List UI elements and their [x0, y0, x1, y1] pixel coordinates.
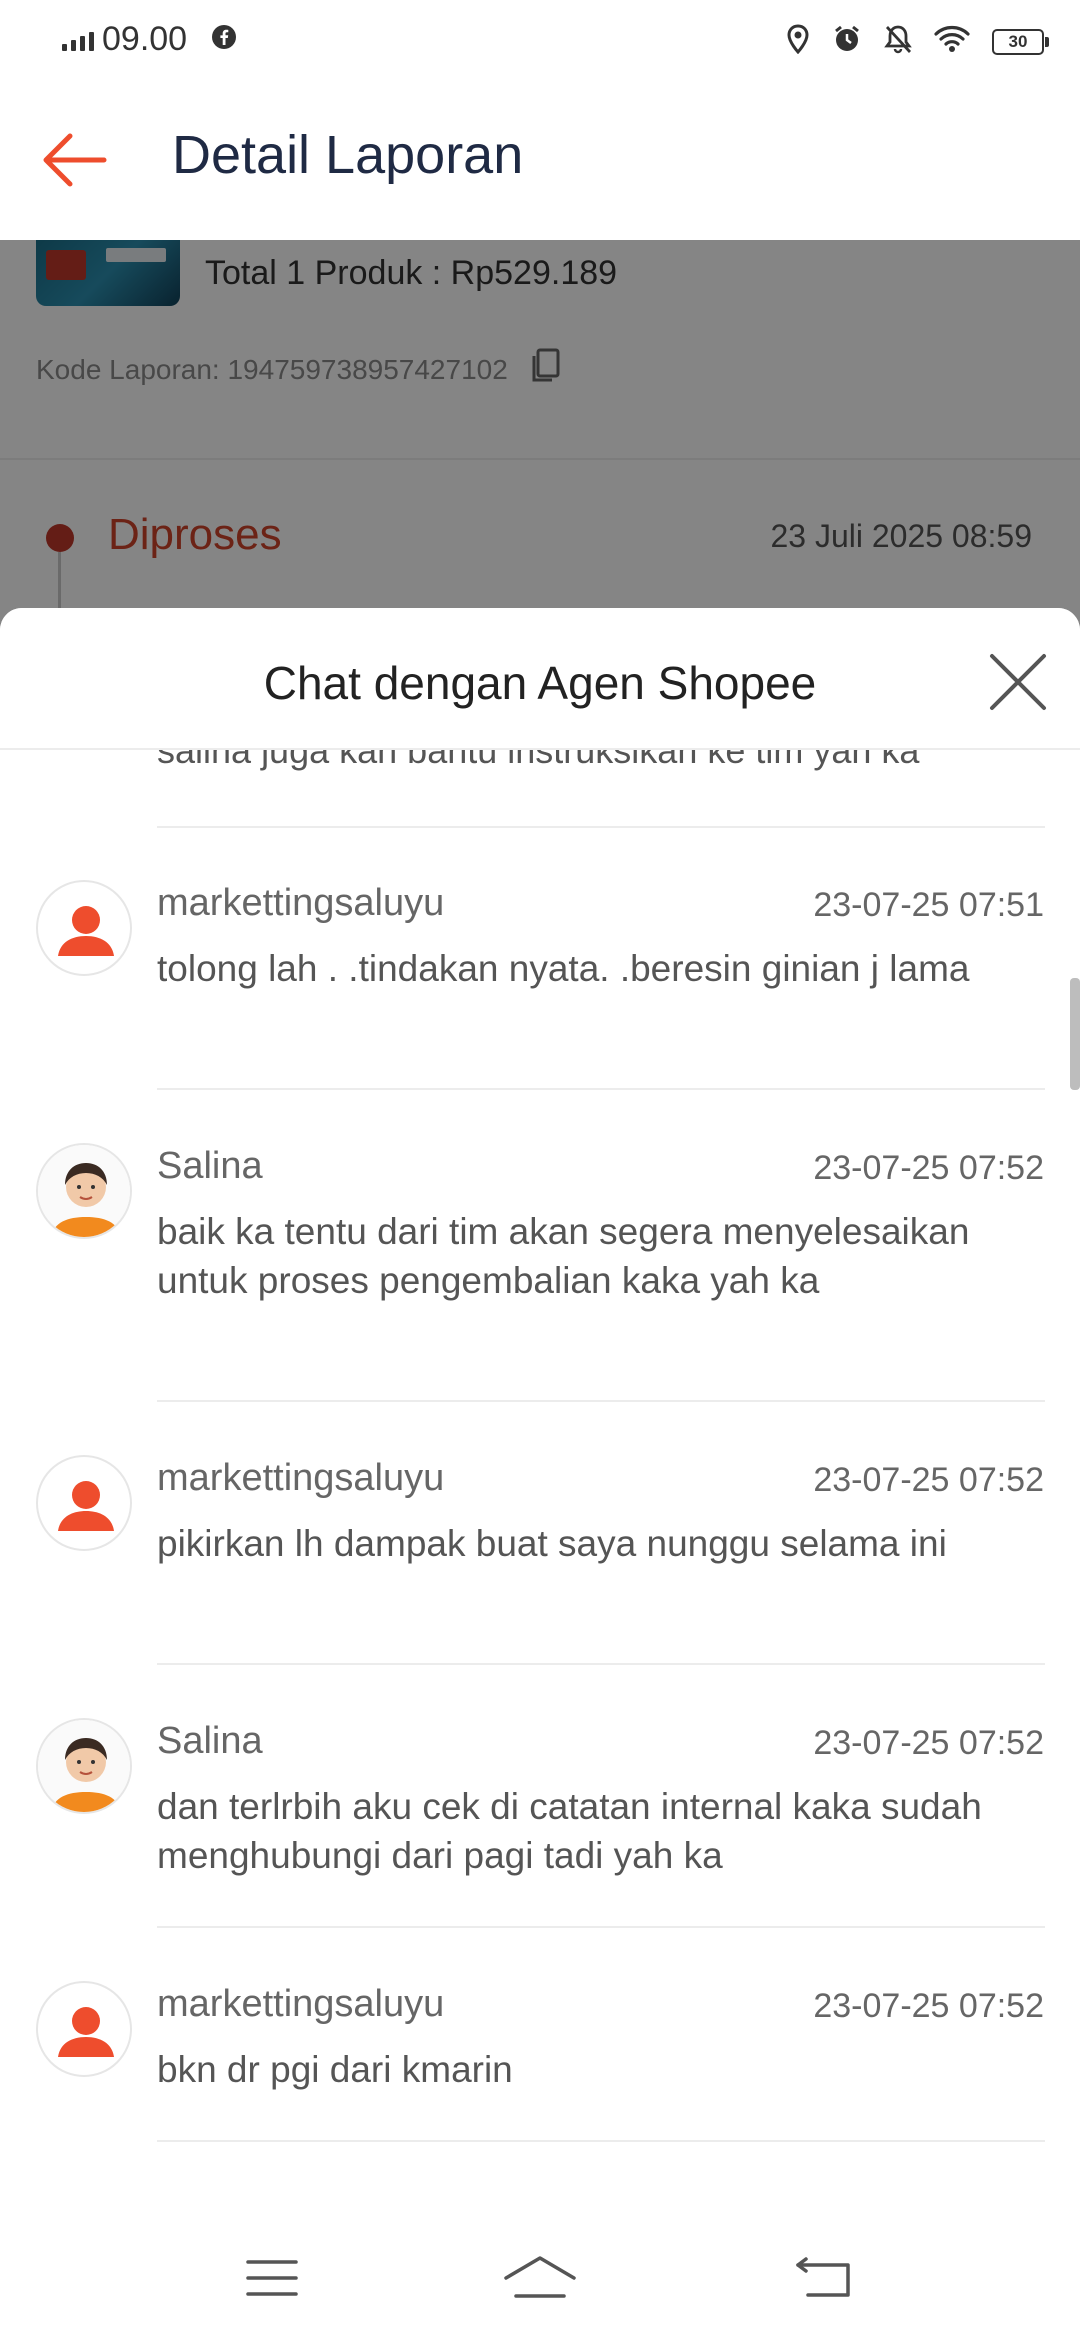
message-separator [157, 1088, 1045, 1090]
agent-avatar [36, 1143, 132, 1239]
menu-button[interactable] [232, 2248, 312, 2308]
status-bar: 09.00 30 [0, 0, 1080, 84]
status-bar-right: 30 [786, 24, 1049, 59]
chat-bottom-sheet: Chat dengan Agen Shopee salina juga kan … [0, 608, 1080, 2340]
signal-icon [62, 29, 94, 51]
agent-avatar [36, 1718, 132, 1814]
sheet-header: Chat dengan Agen Shopee [0, 608, 1080, 750]
partial-message-text: salina juga kan bantu instruksikan ke ti… [157, 750, 920, 771]
menu-icon [246, 2260, 298, 2296]
status-time: 09.00 [102, 20, 188, 58]
message-sender: markettingsaluyu [157, 882, 445, 924]
system-back-button[interactable] [784, 2248, 864, 2308]
page-title: Detail Laporan [172, 125, 524, 185]
message-sender: markettingsaluyu [157, 1983, 445, 2025]
message-separator [157, 1663, 1045, 1665]
message-separator [157, 1400, 1045, 1402]
sheet-title: Chat dengan Agen Shopee [263, 657, 817, 709]
message-time: 23-07-25 07:52 [813, 1461, 1044, 1499]
chat-list[interactable]: salina juga kan bantu instruksikan ke ti… [0, 750, 1080, 2230]
notifications-off-icon [884, 24, 912, 59]
message-time: 23-07-25 07:52 [813, 1149, 1044, 1187]
close-button[interactable] [986, 650, 1050, 714]
status-bar-left: 09.00 [62, 20, 237, 59]
message-time: 23-07-25 07:51 [813, 886, 1044, 924]
user-avatar-icon [36, 1455, 132, 1551]
battery-icon: 30 [992, 28, 1049, 55]
location-icon [786, 24, 810, 59]
facebook-icon [211, 24, 237, 55]
system-nav-bar [0, 2210, 1080, 2340]
message-time: 23-07-25 07:52 [813, 1987, 1044, 2025]
user-avatar-icon [36, 880, 132, 976]
wifi-icon [934, 25, 970, 58]
user-avatar-icon [36, 1981, 132, 2077]
message-time: 23-07-25 07:52 [813, 1724, 1044, 1762]
home-button[interactable] [500, 2248, 580, 2308]
home-icon [504, 2256, 576, 2298]
message-separator [157, 1926, 1045, 1928]
alarm-icon [832, 24, 862, 59]
message-text: baik ka tentu dari tim akan segera menye… [157, 1211, 970, 1301]
message-sender: Salina [157, 1145, 263, 1187]
app-bar: Detail Laporan [0, 84, 1080, 240]
back-icon [796, 2257, 850, 2297]
close-icon [990, 654, 1046, 710]
message-text: bkn dr pgi dari kmarin [157, 2049, 513, 2090]
message-separator [157, 2140, 1045, 2142]
back-button[interactable] [36, 122, 112, 198]
message-sender: markettingsaluyu [157, 1457, 445, 1499]
arrow-left-icon [43, 133, 107, 187]
message-text: tolong lah . .tindakan nyata. .beresin g… [157, 948, 970, 989]
message-sender: Salina [157, 1720, 263, 1762]
message-separator [157, 826, 1045, 828]
message-text: pikirkan lh dampak buat saya nunggu sela… [157, 1523, 947, 1564]
message-text: dan terlrbih aku cek di catatan internal… [157, 1786, 982, 1876]
screen: 09.00 30 Detail Laporan Total 1 Produk:… [0, 0, 1080, 2340]
scrollbar[interactable] [1070, 978, 1080, 1090]
